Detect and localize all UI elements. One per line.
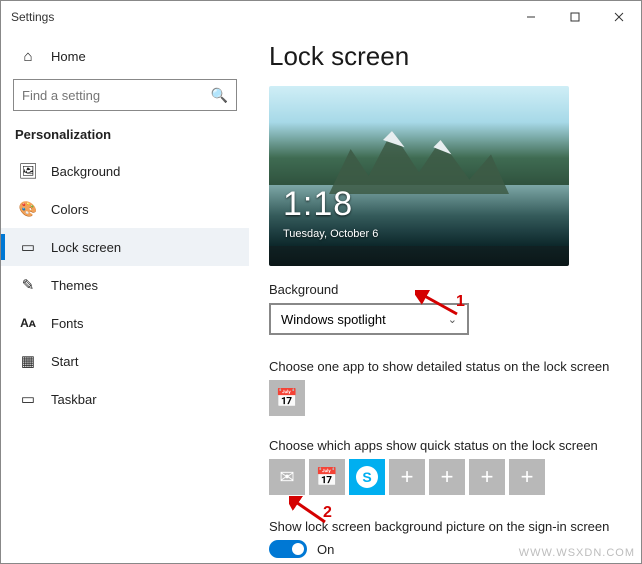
palette-icon: 🎨: [19, 200, 37, 218]
fonts-icon: Aᴀ: [19, 314, 37, 332]
sidebar: ⌂ Home 🔍 Personalization 🖼 Background 🎨 …: [1, 33, 249, 563]
sidebar-item-label: Start: [51, 354, 78, 369]
sidebar-item-label: Taskbar: [51, 392, 97, 407]
preview-clock: 1:18 Tuesday, October 6: [283, 185, 378, 240]
quick-status-tile-add[interactable]: +: [469, 459, 505, 495]
signin-background-toggle[interactable]: [269, 540, 307, 558]
mountain-graphic: [299, 122, 539, 194]
quick-status-tile-add[interactable]: +: [509, 459, 545, 495]
quick-status-tile-mail[interactable]: ✉: [269, 459, 305, 495]
sidebar-item-label: Background: [51, 164, 120, 179]
themes-icon: ✎: [19, 276, 37, 294]
calendar-icon: 📅: [316, 467, 338, 488]
sidebar-item-start[interactable]: ▦ Start: [1, 342, 249, 380]
search-input[interactable]: [22, 88, 211, 103]
minimize-button[interactable]: [509, 1, 553, 33]
lock-screen-preview: 1:18 Tuesday, October 6: [269, 86, 569, 266]
titlebar: Settings: [1, 1, 641, 33]
toggle-state-text: On: [317, 542, 334, 557]
background-label: Background: [269, 282, 621, 297]
maximize-button[interactable]: [553, 1, 597, 33]
plus-icon: +: [481, 464, 494, 490]
sidebar-item-taskbar[interactable]: ▭ Taskbar: [1, 380, 249, 418]
chevron-down-icon: ⌄: [448, 313, 457, 326]
preview-time: 1:18: [283, 185, 378, 224]
start-icon: ▦: [19, 352, 37, 370]
detailed-status-label: Choose one app to show detailed status o…: [269, 359, 621, 374]
sidebar-item-themes[interactable]: ✎ Themes: [1, 266, 249, 304]
sidebar-item-label: Lock screen: [51, 240, 121, 255]
picture-icon: 🖼: [19, 162, 37, 180]
sidebar-item-background[interactable]: 🖼 Background: [1, 152, 249, 190]
sidebar-item-colors[interactable]: 🎨 Colors: [1, 190, 249, 228]
background-select-value: Windows spotlight: [281, 312, 386, 327]
sidebar-home-label: Home: [51, 49, 86, 64]
plus-icon: +: [441, 464, 454, 490]
quick-status-tile-skype[interactable]: S: [349, 459, 385, 495]
quick-status-label: Choose which apps show quick status on t…: [269, 438, 621, 453]
watermark: WWW.WSXDN.COM: [519, 547, 635, 559]
skype-icon: S: [356, 466, 378, 488]
search-icon: 🔍: [211, 87, 228, 104]
sidebar-item-fonts[interactable]: Aᴀ Fonts: [1, 304, 249, 342]
lock-screen-icon: ▭: [19, 238, 37, 256]
content-pane: Lock screen 1:18 Tuesday, October 6 Back…: [249, 33, 641, 563]
background-select[interactable]: Windows spotlight ⌄: [269, 303, 469, 335]
detailed-status-app-tile[interactable]: 📅: [269, 380, 305, 416]
mail-icon: ✉: [279, 467, 294, 488]
sidebar-item-label: Themes: [51, 278, 98, 293]
sidebar-home[interactable]: ⌂ Home: [1, 37, 249, 75]
sidebar-item-label: Fonts: [51, 316, 84, 331]
plus-icon: +: [401, 464, 414, 490]
quick-status-tile-add[interactable]: +: [429, 459, 465, 495]
sidebar-section-title: Personalization: [1, 121, 249, 152]
taskbar-icon: ▭: [19, 390, 37, 408]
window-controls: [509, 1, 641, 33]
home-icon: ⌂: [19, 47, 37, 65]
search-box[interactable]: 🔍: [13, 79, 237, 111]
preview-date: Tuesday, October 6: [283, 228, 378, 240]
calendar-icon: 📅: [276, 388, 298, 409]
sidebar-item-label: Colors: [51, 202, 89, 217]
signin-toggle-label: Show lock screen background picture on t…: [269, 519, 621, 534]
close-button[interactable]: [597, 1, 641, 33]
plus-icon: +: [521, 464, 534, 490]
page-title: Lock screen: [269, 41, 621, 72]
quick-status-tile-calendar[interactable]: 📅: [309, 459, 345, 495]
quick-status-tile-add[interactable]: +: [389, 459, 425, 495]
sidebar-item-lock-screen[interactable]: ▭ Lock screen: [1, 228, 249, 266]
app-title: Settings: [11, 10, 54, 24]
